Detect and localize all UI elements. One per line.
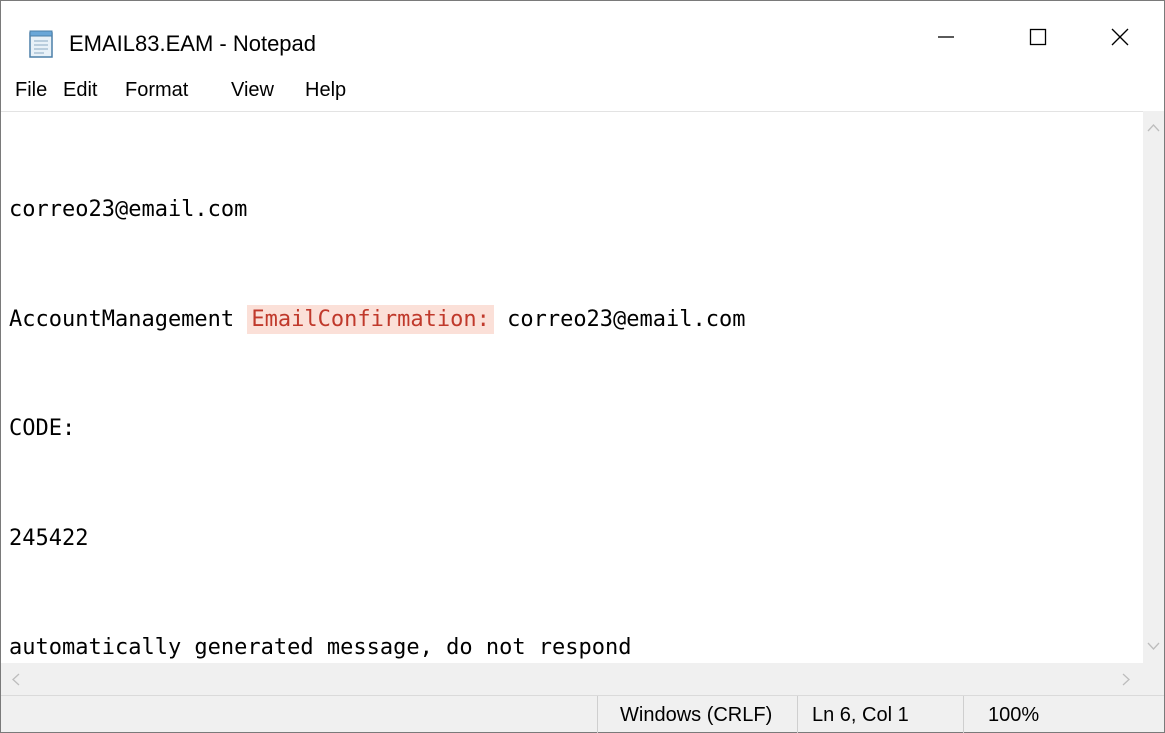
maximize-icon: [1029, 28, 1047, 46]
line2-prefix: AccountManagement: [9, 306, 248, 332]
scroll-down-icon[interactable]: [1147, 641, 1160, 651]
highlighted-text: EmailConfirmation:: [247, 304, 494, 334]
menu-bar: File Edit Format View Help: [1, 73, 1164, 111]
scroll-left-icon[interactable]: [11, 673, 21, 686]
text-line-4: 245422: [9, 525, 89, 551]
menu-view[interactable]: View: [229, 79, 276, 107]
text-line-5: automatically generated message, do not …: [9, 635, 632, 660]
menu-help[interactable]: Help: [303, 79, 348, 107]
window-title: EMAIL83.EAM - Notepad: [69, 31, 317, 56]
status-cursor-position: Ln 6, Col 1: [797, 696, 963, 733]
status-zoom: 100%: [963, 696, 1164, 733]
text-line-2: AccountManagement EmailConfirmation: cor…: [9, 302, 1143, 339]
title-bar[interactable]: EMAIL83.EAM - Notepad: [1, 1, 1164, 73]
text-line-3: CODE:: [9, 416, 76, 441]
scroll-up-icon[interactable]: [1147, 123, 1160, 133]
close-button[interactable]: [1075, 1, 1165, 73]
menu-file[interactable]: File: [13, 79, 49, 107]
close-icon: [1111, 28, 1129, 46]
notepad-icon: [29, 30, 53, 58]
scrollbar-corner: [1143, 663, 1164, 695]
status-line-ending: Windows (CRLF): [597, 696, 797, 733]
text-editor[interactable]: correo23@email.com AccountManagement Ema…: [1, 111, 1143, 663]
horizontal-scrollbar[interactable]: [1, 663, 1143, 695]
maximize-button[interactable]: [993, 1, 1083, 73]
vertical-scrollbar[interactable]: [1143, 111, 1164, 663]
status-bar: Windows (CRLF) Ln 6, Col 1 100%: [1, 695, 1164, 733]
minimize-button[interactable]: [901, 1, 991, 73]
menu-edit[interactable]: Edit: [61, 79, 99, 107]
scroll-right-icon[interactable]: [1121, 673, 1131, 686]
notepad-window: EMAIL83.EAM - Notepad File Edit Format V…: [0, 0, 1165, 733]
minimize-icon: [938, 36, 954, 38]
text-line-1: correo23@email.com: [9, 197, 248, 222]
line2-suffix: correo23@email.com: [493, 306, 746, 332]
menu-format[interactable]: Format: [123, 79, 190, 107]
